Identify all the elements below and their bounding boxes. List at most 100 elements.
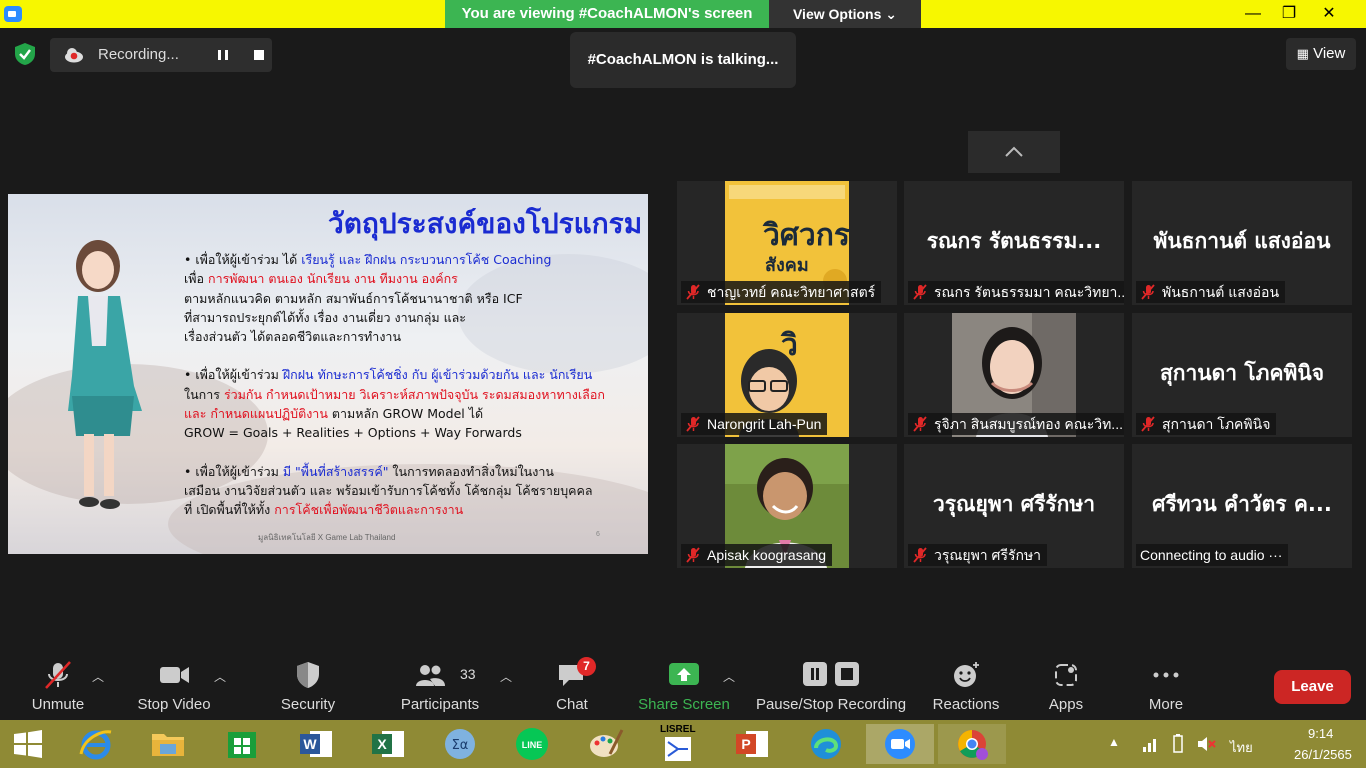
- reactions-smiley-icon: [954, 662, 979, 687]
- security-button[interactable]: Security: [270, 652, 346, 720]
- slide-page-number: 6: [596, 531, 600, 538]
- svg-text:วิศวกร: วิศวกร: [762, 218, 849, 253]
- participant-tile[interactable]: วิศวกร สังคม ชาญเวทย์ คณะวิทยาศาสตร์: [677, 181, 897, 305]
- svg-text:LINE: LINE: [522, 740, 543, 750]
- viewing-screen-banner: You are viewing #CoachALMON's screen: [445, 0, 769, 28]
- svg-text:W: W: [303, 736, 317, 752]
- objective-3: • เพื่อให้ผู้เข้าร่วม มี "พื้นที่สร้างสร…: [184, 463, 593, 518]
- clock-time[interactable]: 9:14: [1308, 726, 1333, 741]
- participant-name-text: รณกร รัตนธรรมมา คณะวิทยา...: [934, 284, 1124, 300]
- recording-indicator: Recording...: [50, 38, 272, 72]
- shared-screen-slide: วัตถุประสงค์ของโปรแกรม • เพื่อให้ผู้เข้า…: [8, 194, 648, 554]
- show-hidden-icons-icon[interactable]: ▲: [1108, 735, 1120, 749]
- microsoft-edge-icon[interactable]: [806, 724, 846, 764]
- share-screen-arrow-icon: [669, 663, 699, 685]
- video-options-caret-icon[interactable]: ︿: [214, 668, 226, 685]
- window-titlebar: You are viewing #CoachALMON's screen Vie…: [0, 0, 1366, 28]
- participant-tile[interactable]: Apisak koograsang: [677, 444, 897, 568]
- participant-name-label: ชาญเวทย์ คณะวิทยาศาสตร์: [681, 281, 882, 303]
- microsoft-word-icon[interactable]: W: [296, 724, 336, 764]
- chrome-taskbar-button[interactable]: [938, 724, 1006, 764]
- share-screen-button[interactable]: Share Screen: [632, 652, 736, 720]
- windows-start-icon[interactable]: [8, 724, 48, 764]
- minimize-button[interactable]: —: [1234, 0, 1272, 28]
- participants-button[interactable]: 33 Participants: [398, 652, 482, 720]
- network-signal-icon[interactable]: [1142, 736, 1160, 752]
- cloud-recording-icon: [65, 48, 83, 63]
- participant-tile[interactable]: รณกร รัตนธรรม... รณกร รัตนธรรมมา คณะวิทยา…: [904, 181, 1124, 305]
- meeting-toolbar: Unmute ︿ Stop Video ︿ Security 33 Partic…: [0, 652, 1366, 720]
- participant-display-name: พันธกานต์ แสงอ่อน: [1153, 229, 1331, 253]
- leave-meeting-button[interactable]: Leave: [1274, 670, 1351, 704]
- unmute-label: Unmute: [31, 696, 85, 713]
- share-screen-label: Share Screen: [638, 696, 730, 713]
- microsoft-excel-icon[interactable]: X: [368, 724, 408, 764]
- participant-name-text: Apisak koograsang: [707, 547, 827, 563]
- participant-display-name: วรุณยุพา ศรีรักษา: [932, 492, 1096, 516]
- slide-title: วัตถุประสงค์ของโปรแกรม: [328, 207, 643, 240]
- participants-label: Participants: [400, 696, 480, 713]
- pause-recording-icon[interactable]: [210, 42, 236, 68]
- chat-button[interactable]: 7 Chat: [540, 652, 604, 720]
- security-shield-icon: [297, 662, 319, 688]
- microsoft-store-icon[interactable]: [222, 724, 262, 764]
- file-explorer-icon[interactable]: [148, 724, 188, 764]
- math-input-icon[interactable]: Σα: [440, 724, 480, 764]
- paint-palette-icon[interactable]: [586, 724, 626, 764]
- internet-explorer-icon[interactable]: [76, 724, 116, 764]
- recording-label: Recording...: [98, 46, 179, 63]
- participant-name-label: Narongrit Lah-Pun: [681, 413, 828, 435]
- participant-tile[interactable]: พันธกานต์ แสงอ่อน พันธกานต์ แสงอ่อน: [1132, 181, 1352, 305]
- zoom-logo-icon: [4, 6, 22, 22]
- participant-name-text: รุจิภา สินสมบูรณ์ทอง คณะวิท...: [934, 416, 1123, 432]
- share-options-caret-icon[interactable]: ︿: [723, 668, 735, 685]
- clock-date[interactable]: 26/1/2565: [1294, 747, 1352, 762]
- participant-tile[interactable]: ศรีทวน คำวัตร ค... Connecting to audio ··…: [1132, 444, 1352, 568]
- battery-icon[interactable]: [1170, 734, 1186, 754]
- participant-tile[interactable]: สุกานดา โภคพินิจ สุกานดา โภคพินิจ: [1132, 313, 1352, 437]
- audio-options-caret-icon[interactable]: ︿: [92, 668, 104, 685]
- view-options-button[interactable]: View Options ⌄: [769, 0, 921, 28]
- participants-options-caret-icon[interactable]: ︿: [500, 668, 512, 685]
- gallery-scroll-up-button[interactable]: [968, 131, 1060, 173]
- stop-recording-icon[interactable]: [246, 42, 272, 68]
- apps-icon: [1055, 664, 1077, 686]
- chevron-up-icon: [1005, 146, 1023, 157]
- participant-name-label: Connecting to audio ···: [1136, 544, 1289, 566]
- stop-video-label: Stop Video: [137, 696, 211, 713]
- participant-tile[interactable]: วรุณยุพา ศรีรักษา วรุณยุพา ศรีรักษา: [904, 444, 1124, 568]
- slide-body: • เพื่อให้ผู้เข้าร่วม ได้ เรียนรู้ และ ฝ…: [184, 250, 634, 539]
- muted-mic-icon: [913, 284, 927, 300]
- video-camera-icon: [160, 667, 189, 683]
- encryption-shield-icon[interactable]: [14, 42, 36, 66]
- more-button[interactable]: More: [1138, 652, 1194, 720]
- objective-1: • เพื่อให้ผู้เข้าร่วม ได้ เรียนรู้ และ ฝ…: [184, 252, 552, 345]
- input-language[interactable]: ไทย: [1230, 737, 1253, 758]
- lisrel-diagram-icon: [665, 737, 691, 761]
- line-app-icon[interactable]: LINE: [512, 724, 552, 764]
- muted-microphone-icon: [45, 661, 71, 689]
- participant-name-text: พันธกานต์ แสงอ่อน: [1162, 284, 1280, 300]
- stop-video-button[interactable]: Stop Video: [130, 652, 218, 720]
- zoom-taskbar-button[interactable]: [866, 724, 934, 764]
- reactions-label: Reactions: [932, 696, 1000, 713]
- apps-button[interactable]: Apps: [1038, 652, 1094, 720]
- view-layout-button[interactable]: ▦ View: [1286, 38, 1356, 70]
- microsoft-powerpoint-icon[interactable]: P: [732, 724, 772, 764]
- speaker-muted-icon[interactable]: [1196, 735, 1216, 753]
- pause-stop-recording-button[interactable]: Pause/Stop Recording: [752, 652, 910, 720]
- google-chrome-icon: [958, 730, 988, 760]
- pause-stop-recording-label: Pause/Stop Recording: [755, 696, 907, 713]
- participant-tile[interactable]: วิ Narongrit Lah-Pun: [677, 313, 897, 437]
- participant-name-label: รณกร รัตนธรรมมา คณะวิทยา...: [908, 281, 1124, 303]
- unmute-button[interactable]: Unmute: [18, 652, 98, 720]
- lisrel-icon[interactable]: LISREL: [658, 724, 698, 764]
- participant-name-text: ชาญเวทย์ คณะวิทยาศาสตร์: [707, 284, 876, 300]
- participant-tile[interactable]: รุจิภา สินสมบูรณ์ทอง คณะวิท...: [904, 313, 1124, 437]
- close-button[interactable]: ✕: [1310, 0, 1348, 28]
- restore-button[interactable]: ❐: [1270, 0, 1308, 28]
- pause-stop-recording-icon: [803, 662, 859, 686]
- participant-name-text: สุกานดา โภคพินิจ: [1162, 416, 1271, 432]
- participant-name-label: สุกานดา โภคพินิจ: [1136, 413, 1277, 435]
- reactions-button[interactable]: Reactions: [928, 652, 1004, 720]
